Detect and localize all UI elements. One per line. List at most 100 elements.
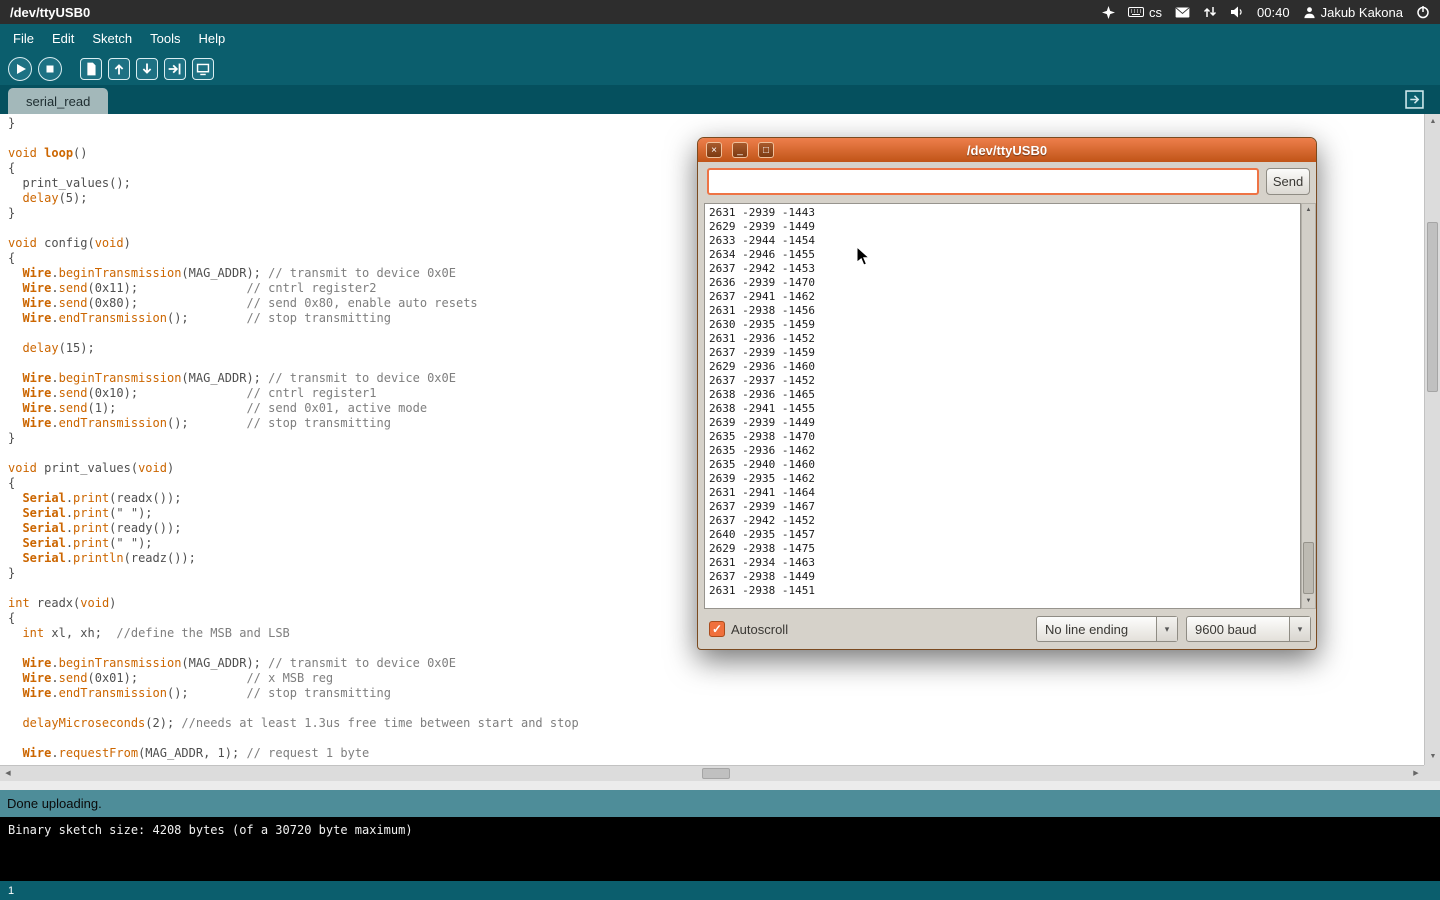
- serial-send-input[interactable]: [707, 168, 1259, 195]
- serial-line: 2635 -2936 -1462: [709, 444, 1296, 458]
- scroll-right-arrow-icon[interactable]: ▶: [1408, 766, 1424, 782]
- console-output[interactable]: Binary sketch size: 4208 bytes (of a 307…: [0, 817, 1440, 881]
- autoscroll-checkbox[interactable]: ✓: [709, 621, 725, 637]
- down-arrow-icon: [137, 59, 157, 79]
- keyboard-layout-indicator[interactable]: cs: [1128, 5, 1162, 20]
- serial-line: 2631 -2939 -1443: [709, 206, 1296, 220]
- serial-line: 2639 -2935 -1462: [709, 472, 1296, 486]
- serial-line: 2629 -2939 -1449: [709, 220, 1296, 234]
- active-window-title: /dev/ttyUSB0: [10, 5, 90, 20]
- menu-help[interactable]: Help: [189, 26, 234, 51]
- close-icon[interactable]: ×: [706, 142, 722, 158]
- scrollbar-corner: [1424, 765, 1440, 781]
- serial-line: 2637 -2942 -1453: [709, 262, 1296, 276]
- editor-horizontal-scrollbar[interactable]: ◀ ▶: [0, 765, 1424, 781]
- serial-scrollbar[interactable]: ▲ ▼: [1301, 203, 1316, 609]
- serial-line: 2640 -2935 -1457: [709, 528, 1296, 542]
- serial-line: 2631 -2938 -1451: [709, 584, 1296, 598]
- serial-scroll-down-icon[interactable]: ▼: [1302, 595, 1315, 608]
- scroll-down-arrow-icon[interactable]: ▼: [1425, 749, 1440, 765]
- serial-line: 2633 -2944 -1454: [709, 234, 1296, 248]
- line-ending-value: No line ending: [1037, 622, 1156, 637]
- menu-sketch[interactable]: Sketch: [83, 26, 141, 51]
- baud-rate-value: 9600 baud: [1187, 622, 1289, 637]
- upload-arrow-icon: [165, 59, 185, 79]
- serial-line: 2634 -2946 -1455: [709, 248, 1296, 262]
- verify-button[interactable]: [8, 57, 32, 81]
- divider-strip: [0, 781, 1440, 790]
- serial-line: 2638 -2941 -1455: [709, 402, 1296, 416]
- user-menu[interactable]: Jakub Kakona: [1303, 5, 1403, 20]
- tab-menu-button[interactable]: [1405, 90, 1424, 109]
- status-bar: Done uploading.: [0, 790, 1440, 817]
- serial-line: 2637 -2942 -1452: [709, 514, 1296, 528]
- chevron-down-icon: ▾: [1289, 617, 1310, 641]
- serial-output[interactable]: 2631 -2939 -14432629 -2939 -14492633 -29…: [704, 203, 1301, 609]
- menu-tools[interactable]: Tools: [141, 26, 189, 51]
- footer-bar: 1: [0, 881, 1440, 900]
- vertical-scroll-thumb[interactable]: [1427, 222, 1438, 392]
- clock[interactable]: 00:40: [1257, 5, 1290, 20]
- serial-line: 2635 -2940 -1460: [709, 458, 1296, 472]
- serial-scroll-up-icon[interactable]: ▲: [1302, 204, 1315, 217]
- top-panel: /dev/ttyUSB0 cs 00:40 Jakub Kakona: [0, 0, 1440, 24]
- toolbar: [0, 52, 1440, 85]
- serial-monitor-title: /dev/ttyUSB0: [967, 143, 1047, 158]
- play-icon: [9, 58, 31, 80]
- volume-icon[interactable]: [1230, 5, 1244, 19]
- open-sketch-button[interactable]: [108, 58, 130, 80]
- code-line: delayMicroseconds(2); //needs at least 1…: [8, 716, 1424, 731]
- code-line: Wire.send(0x01); // x MSB reg: [8, 671, 1424, 686]
- applet-star-icon[interactable]: [1102, 6, 1115, 19]
- editor-vertical-scrollbar[interactable]: ▲ ▼: [1424, 114, 1440, 765]
- serial-line: 2630 -2935 -1459: [709, 318, 1296, 332]
- desktop: /dev/ttyUSB0 cs 00:40 Jakub Kakona File …: [0, 0, 1440, 900]
- chevron-down-icon: ▾: [1156, 617, 1177, 641]
- serial-monitor-titlebar[interactable]: /dev/ttyUSB0: [698, 138, 1316, 162]
- mail-icon[interactable]: [1175, 7, 1190, 18]
- upload-button[interactable]: [164, 58, 186, 80]
- new-file-icon: [81, 59, 101, 79]
- horizontal-scroll-thumb[interactable]: [702, 768, 730, 779]
- serial-line: 2629 -2938 -1475: [709, 542, 1296, 556]
- serial-line: 2636 -2939 -1470: [709, 276, 1296, 290]
- serial-line: 2635 -2938 -1470: [709, 430, 1296, 444]
- scroll-up-arrow-icon[interactable]: ▲: [1425, 114, 1440, 130]
- line-ending-select[interactable]: No line ending ▾: [1036, 616, 1178, 642]
- code-line: [8, 731, 1424, 746]
- code-line: [8, 701, 1424, 716]
- status-message: Done uploading.: [7, 796, 102, 811]
- menu-edit[interactable]: Edit: [43, 26, 83, 51]
- tab-label: serial_read: [26, 94, 90, 109]
- tab-serial-read[interactable]: serial_read: [8, 88, 108, 114]
- new-sketch-button[interactable]: [80, 58, 102, 80]
- code-line: Wire.requestFrom(MAG_ADDR, 1); // reques…: [8, 746, 1424, 761]
- baud-rate-select[interactable]: 9600 baud ▾: [1186, 616, 1311, 642]
- minimize-icon[interactable]: _: [732, 142, 748, 158]
- save-sketch-button[interactable]: [136, 58, 158, 80]
- serial-monitor-button[interactable]: [192, 58, 214, 80]
- serial-scroll-thumb[interactable]: [1303, 542, 1314, 594]
- tab-bar: serial_read: [0, 85, 1440, 114]
- menu-file[interactable]: File: [4, 26, 43, 51]
- keyboard-layout-label: cs: [1149, 5, 1162, 20]
- console-text: Binary sketch size: 4208 bytes (of a 307…: [8, 823, 413, 837]
- serial-line: 2629 -2936 -1460: [709, 360, 1296, 374]
- maximize-icon[interactable]: □: [758, 142, 774, 158]
- keyboard-icon: [1128, 6, 1144, 18]
- serial-line: 2631 -2934 -1463: [709, 556, 1296, 570]
- line-number-indicator: 1: [8, 885, 14, 897]
- network-sync-icon[interactable]: [1203, 5, 1217, 19]
- autoscroll-label: Autoscroll: [731, 622, 788, 637]
- serial-line: 2631 -2941 -1464: [709, 486, 1296, 500]
- serial-line: 2638 -2936 -1465: [709, 388, 1296, 402]
- tab-menu-icon: [1405, 90, 1424, 109]
- serial-monitor-icon: [193, 59, 213, 79]
- power-icon[interactable]: [1416, 5, 1430, 19]
- serial-line: 2631 -2938 -1456: [709, 304, 1296, 318]
- serial-line: 2637 -2939 -1467: [709, 500, 1296, 514]
- up-arrow-icon: [109, 59, 129, 79]
- stop-button[interactable]: [38, 57, 62, 81]
- send-button[interactable]: Send: [1266, 168, 1310, 195]
- scroll-left-arrow-icon[interactable]: ◀: [0, 766, 16, 782]
